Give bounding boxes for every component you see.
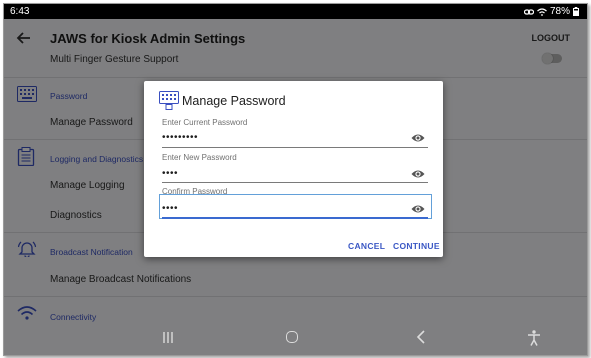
keypad-icon [159, 91, 179, 110]
current-password-label: Enter Current Password [162, 118, 248, 127]
new-password-input[interactable]: •••• [162, 168, 178, 179]
navigation-bar [4, 324, 587, 355]
dialog-title: Manage Password [182, 94, 286, 108]
nav-back-icon[interactable] [416, 330, 426, 344]
status-time: 6:43 [10, 6, 30, 17]
current-password-input[interactable]: ••••••••• [162, 132, 198, 143]
eye-icon[interactable] [411, 133, 425, 143]
screen-frame: 6:43 78% JAWS for Kiosk Admin Settings L… [3, 3, 588, 356]
accessibility-icon[interactable] [527, 330, 541, 346]
eye-icon[interactable] [411, 204, 425, 214]
cancel-button[interactable]: CANCEL [348, 241, 385, 251]
link-icon [523, 8, 534, 15]
wifi-status-icon [537, 7, 547, 16]
new-password-label: Enter New Password [162, 153, 237, 162]
confirm-password-input[interactable]: •••• [162, 203, 178, 214]
home-icon[interactable] [286, 331, 298, 343]
field-underline [162, 147, 428, 148]
focus-highlight [159, 194, 432, 219]
continue-button[interactable]: CONTINUE [393, 241, 440, 251]
status-bar: 6:43 78% [4, 4, 587, 19]
recent-apps-icon[interactable] [162, 332, 174, 343]
field-underline [162, 182, 428, 183]
confirm-password-label: Confirm Password [162, 187, 228, 196]
status-icons: 78% [523, 6, 579, 17]
battery-percent: 78% [549, 6, 570, 17]
manage-password-dialog: Manage Password Enter Current Password •… [144, 81, 443, 257]
battery-icon [573, 7, 579, 16]
field-underline-focused [162, 217, 428, 219]
eye-icon[interactable] [411, 169, 425, 179]
